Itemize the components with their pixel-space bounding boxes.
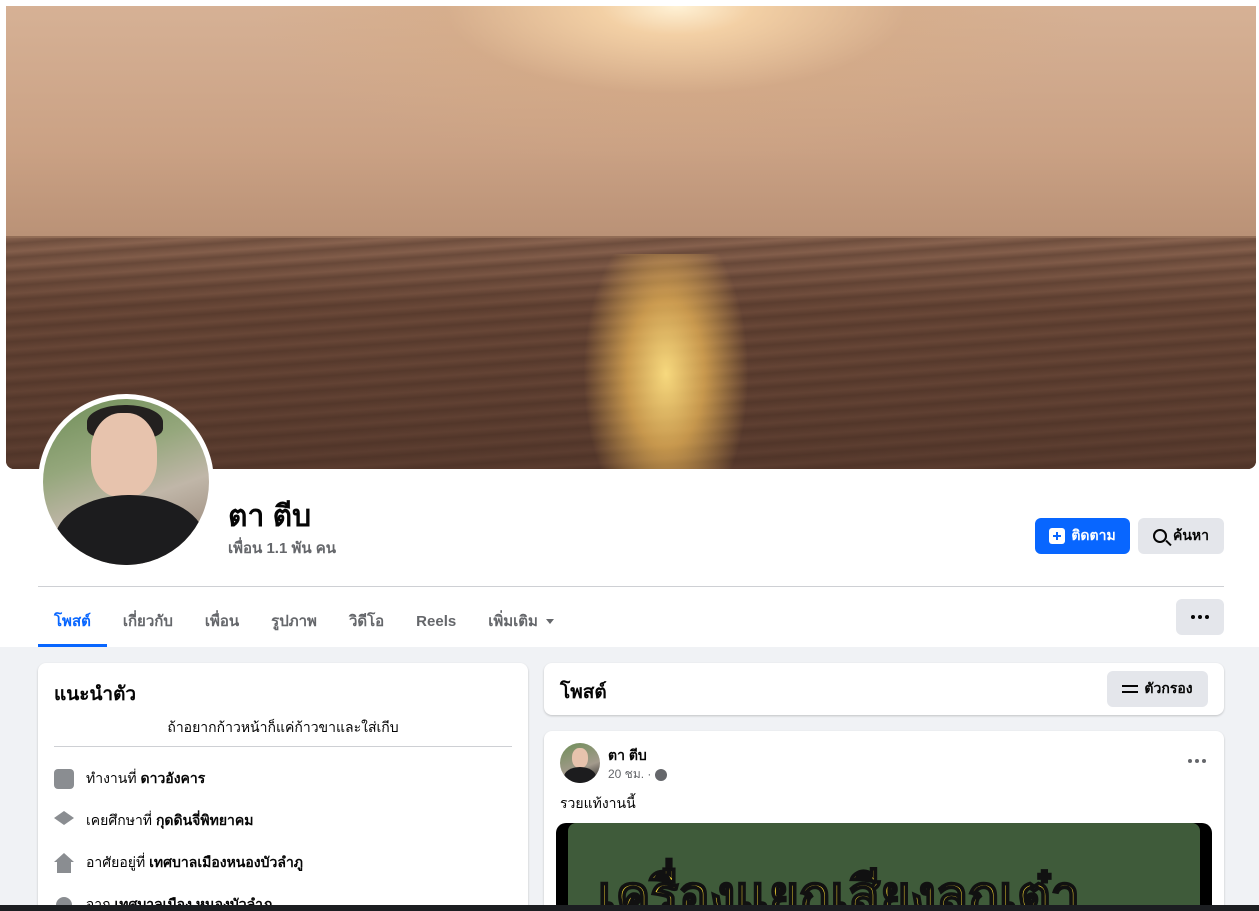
chevron-down-icon [545, 618, 554, 624]
home-icon [54, 853, 74, 873]
tab-label: เกี่ยวกับ [122, 613, 173, 630]
follow-button[interactable]: ติดตาม [1035, 518, 1130, 554]
intro-work-link[interactable]: ดาวอังคาร [140, 770, 205, 786]
tab-about[interactable]: เกี่ยวกับ [107, 595, 189, 647]
search-button-label: ค้นหา [1172, 527, 1210, 543]
intro-education-text: เคยศึกษาที่ กุดดินจี่พิทยาคม [86, 810, 254, 832]
tab-posts[interactable]: โพสต์ [38, 595, 107, 647]
graduation-cap-icon [54, 811, 74, 825]
intro-prefix: เคยศึกษาที่ [86, 812, 153, 828]
intro-lives-text: อาศัยอยู่ที่ เทศบาลเมืองหนองบัวลำภู [86, 852, 303, 874]
avatar-shirt [55, 495, 205, 565]
more-dots-icon [1195, 759, 1199, 763]
cover-sky [6, 6, 1256, 246]
friends-count-link[interactable]: เพื่อน 1.1 พัน คน [228, 536, 336, 560]
search-button[interactable]: ค้นหา [1138, 518, 1224, 554]
intro-prefix: ทำงานที่ [86, 770, 137, 786]
post-text: รวยแท้งานนี้ [560, 795, 636, 811]
more-options-button[interactable] [1176, 599, 1224, 635]
more-dots-icon [1191, 615, 1195, 619]
posts-section-title: โพสต์ [560, 682, 607, 703]
cover-sun-reflection [536, 254, 796, 469]
post-image[interactable]: เครื่องแยกเสียงลูกเต๋า [556, 823, 1212, 911]
profile-name: ตา ตีบ [228, 500, 312, 533]
tab-friends[interactable]: เพื่อน [189, 595, 255, 647]
intro-prefix: อาศัยอยู่ที่ [86, 854, 146, 870]
profile-tabs: โพสต์ เกี่ยวกับ เพื่อน รูปภาพ วิดีโอ Ree… [38, 595, 570, 647]
tab-label: เพิ่มเติม [488, 613, 538, 630]
intro-education-link[interactable]: กุดดินจี่พิทยาคม [156, 812, 254, 828]
globe-icon [655, 768, 668, 781]
avatar-face [572, 748, 588, 768]
cover-photo[interactable] [6, 6, 1256, 469]
tab-videos[interactable]: วิดีโอ [333, 595, 400, 647]
header-divider [38, 586, 1224, 587]
more-dots-icon [1198, 615, 1202, 619]
tab-label: วิดีโอ [348, 613, 385, 630]
intro-divider [54, 746, 512, 747]
follow-plus-icon [1049, 528, 1066, 544]
post-author-name[interactable]: ตา ตีบ [608, 745, 647, 767]
posts-header-card: โพสต์ ตัวกรอง [544, 663, 1224, 715]
briefcase-icon [54, 769, 74, 789]
intro-title: แนะนำตัว [54, 684, 137, 705]
search-icon [1152, 529, 1167, 543]
follow-button-label: ติดตาม [1071, 527, 1116, 543]
intro-bio: ถ้าอยากก้าวหน้าก็แค่ก้าวขาและใส่เกีบ [167, 719, 399, 735]
post-timestamp[interactable]: 20 ชม. · [608, 765, 651, 784]
post-options-button[interactable] [1188, 759, 1206, 763]
more-dots-icon [1205, 615, 1209, 619]
intro-card: แนะนำตัว ถ้าอยากก้าวหน้าก็แค่ก้าวขาและใส… [38, 663, 528, 911]
bottom-edge-bar [0, 905, 1259, 911]
filter-button[interactable]: ตัวกรอง [1107, 671, 1208, 707]
intro-lives-link[interactable]: เทศบาลเมืองหนองบัวลำภู [149, 854, 303, 870]
post-meta: 20 ชม. · [608, 765, 668, 784]
tab-more[interactable]: เพิ่มเติม [472, 595, 570, 647]
tab-photos[interactable]: รูปภาพ [255, 595, 333, 647]
intro-work-text: ทำงานที่ ดาวอังคาร [86, 768, 205, 790]
tab-label: เพื่อน [204, 613, 240, 630]
post-image-panel: เครื่องแยกเสียงลูกเต๋า [568, 823, 1200, 911]
filter-sliders-icon [1122, 683, 1139, 695]
avatar-face [91, 413, 157, 497]
more-dots-icon [1188, 759, 1192, 763]
intro-work: ทำงานที่ ดาวอังคาร [54, 768, 205, 790]
more-dots-icon [1202, 759, 1206, 763]
tab-reels[interactable]: Reels [400, 595, 472, 647]
post-card: ตา ตีบ 20 ชม. · รวยแท้งานนี้ เครื่องแยกเ… [544, 731, 1224, 911]
tab-label: โพสต์ [54, 613, 91, 630]
avatar-shirt [564, 767, 596, 783]
filter-button-label: ตัวกรอง [1144, 680, 1193, 696]
post-author-avatar[interactable] [560, 743, 600, 783]
profile-picture[interactable] [43, 399, 209, 565]
tab-label: Reels [416, 612, 457, 630]
intro-education: เคยศึกษาที่ กุดดินจี่พิทยาคม [54, 810, 254, 832]
post-image-headline: เครื่องแยกเสียงลูกเต๋า [597, 866, 1081, 911]
intro-lives-in: อาศัยอยู่ที่ เทศบาลเมืองหนองบัวลำภู [54, 852, 303, 874]
tab-label: รูปภาพ [271, 613, 317, 630]
